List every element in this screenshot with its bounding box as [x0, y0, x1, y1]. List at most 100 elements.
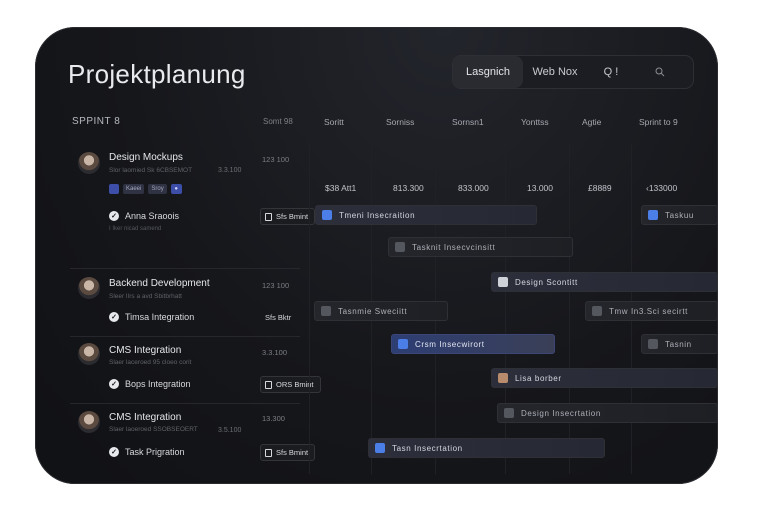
avatar — [78, 277, 100, 299]
sprint-left-cell: Somt 98 — [263, 117, 293, 126]
column-header: Sprint to 9 — [639, 117, 678, 127]
badge-label: Sfs Bmint — [276, 448, 309, 457]
task-number: 123 100 — [262, 155, 290, 164]
gantt-bar[interactable]: Tasnmie Sweciitt — [314, 301, 448, 321]
tag-group: Kaeei Sroy ● — [109, 184, 182, 194]
list-item[interactable]: CMS Integration 13.300 Slaer laoeroed SS… — [70, 404, 316, 466]
timeline-header: SPPINT 8 Somt 98 Soritt Sorniss Sornsn1 … — [35, 105, 718, 139]
bar-label: Tasknit Insecvcinsitt — [412, 242, 496, 252]
tag[interactable]: Kaeei — [123, 184, 145, 194]
tag[interactable] — [109, 184, 119, 194]
task-number: 123 100 — [262, 281, 290, 290]
checkbox-icon — [375, 443, 385, 453]
task-number: 13.300 — [262, 414, 285, 423]
clipboard-icon — [265, 380, 272, 389]
gantt-bar[interactable]: Design Insecrtation — [497, 403, 718, 423]
badge-label: Sfs Bmint — [276, 212, 309, 221]
column-value: ‹133000 — [646, 183, 678, 193]
checkbox-icon — [322, 210, 332, 220]
column-value: 833.000 — [458, 183, 489, 193]
assignee-name: Anna Sraoois — [125, 211, 180, 221]
toolbar: Lasgnich Web Nox Q ! — [452, 55, 694, 89]
grid-line — [309, 144, 310, 474]
image-icon — [498, 373, 508, 383]
tag[interactable]: ● — [170, 184, 182, 194]
column-header: Yonttss — [521, 117, 549, 127]
sprint-label: SPPINT 8 — [72, 116, 121, 127]
bar-label: Design Insecrtation — [521, 408, 601, 418]
assignee: ✓ Bops Integration — [109, 379, 191, 389]
search-button[interactable] — [635, 56, 685, 88]
avatar — [78, 411, 100, 433]
clipboard-icon — [265, 448, 272, 457]
assignee-name: Task Prigration — [125, 447, 185, 457]
toolbar-tab-q[interactable]: Q ! — [587, 56, 635, 88]
list-item[interactable]: Design Mockups 123 100 Slor laomied Sk 6… — [70, 144, 316, 269]
sprint-badge[interactable]: Sfs Bktr — [260, 309, 298, 326]
task-number: 3.3.100 — [262, 348, 288, 357]
task-title: Design Mockups — [109, 152, 183, 163]
column-header: Agtie — [582, 117, 602, 127]
task-title: Backend Development — [109, 278, 210, 289]
bar-label: Taskuu — [665, 210, 694, 220]
column-header: Sorniss — [386, 117, 415, 127]
gantt-bar[interactable]: Crsm Insecwirort — [391, 334, 555, 354]
bar-label: Tasnin — [665, 339, 692, 349]
list-item[interactable]: Backend Development 123 100 Sleer lIrs a… — [70, 269, 300, 337]
task-subtitle: Slaer laceroed 95 cloeo corit — [109, 359, 192, 366]
toolbar-tab-lasgnich[interactable]: Lasgnich — [453, 56, 523, 88]
checkbox-icon — [504, 408, 514, 418]
bar-label: Tasn Insecrtation — [392, 443, 463, 453]
checkbox-icon — [395, 242, 405, 252]
column-value: 13.000 — [527, 183, 553, 193]
checkbox-icon — [648, 210, 658, 220]
bar-label: Design Scontitt — [515, 277, 578, 287]
grid-line — [569, 144, 570, 474]
task-title: CMS Integration — [109, 412, 182, 423]
assignee-name: Bops Integration — [125, 379, 191, 389]
assignee: ✓ Timsa Integration — [109, 312, 194, 322]
list-item[interactable]: CMS Integration 3.3.100 Slaer laceroed 9… — [70, 337, 321, 403]
check-icon: ✓ — [109, 312, 119, 322]
check-icon: ✓ — [109, 211, 119, 221]
checkbox-icon — [398, 339, 408, 349]
app-window: Projektplanung Lasgnich Web Nox Q ! SPPI… — [35, 27, 718, 484]
task-meta: 3.5.100 — [218, 427, 242, 434]
search-icon — [655, 67, 665, 77]
assignee-name: Timsa Integration — [125, 312, 195, 322]
page-title: Projektplanung — [68, 59, 246, 89]
bar-label: Tmw In3.Sci secirtt — [609, 306, 688, 316]
assignee: ✓ Anna Sraoois — [109, 211, 179, 221]
task-subtitle: Slor laomied Sk 6CBSEMOT — [109, 167, 193, 174]
gantt-bar[interactable]: Tmeni Insecraition — [315, 205, 537, 225]
bar-label: Crsm Insecwirort — [415, 339, 485, 349]
column-value: £8889 — [588, 183, 612, 193]
gantt-bar[interactable]: Tasnin — [641, 334, 718, 354]
task-note: I Iker nicad samend — [109, 226, 162, 232]
image-icon — [498, 277, 508, 287]
column-value: $38 Att1 — [325, 183, 357, 193]
column-header: Soritt — [324, 117, 344, 127]
avatar — [78, 343, 100, 365]
gantt-timeline: $38 Att1 813.300 833.000 13.000 £8889 ‹1… — [305, 144, 718, 484]
check-icon: ✓ — [109, 379, 119, 389]
checkbox-icon — [648, 339, 658, 349]
gantt-bar[interactable]: Taskuu — [641, 205, 718, 225]
column-header: Sornsn1 — [452, 117, 484, 127]
gantt-bar[interactable]: Lisa borber — [491, 368, 718, 388]
grid-line — [505, 144, 506, 474]
assignee: ✓ Task Prigration — [109, 447, 185, 457]
task-title: CMS Integration — [109, 345, 182, 356]
gantt-bar[interactable]: Tasn Insecrtation — [368, 438, 605, 458]
checkbox-icon — [321, 306, 331, 316]
task-subtitle: Sleer lIrs a avd Sbitbrhatt — [109, 293, 182, 300]
toolbar-tab-web-nox[interactable]: Web Nox — [523, 56, 587, 88]
avatar — [78, 152, 100, 174]
tag[interactable]: Sroy — [148, 184, 167, 194]
gantt-bar[interactable]: Tmw In3.Sci secirtt — [585, 301, 718, 321]
badge-label: Sfs Bktr — [265, 313, 292, 322]
task-list: Design Mockups 123 100 Slor laomied Sk 6… — [70, 144, 321, 466]
clipboard-icon — [265, 212, 272, 221]
gantt-bar[interactable]: Tasknit Insecvcinsitt — [388, 237, 573, 257]
gantt-bar[interactable]: Design Scontitt — [491, 272, 718, 292]
